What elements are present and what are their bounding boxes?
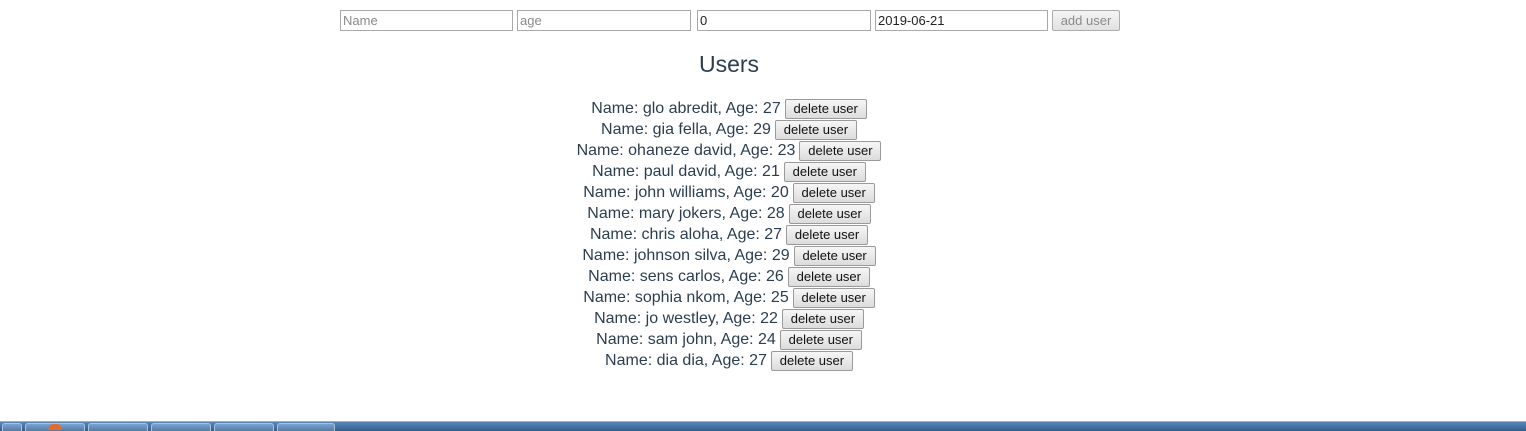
delete-user-button[interactable]: delete user [792,287,875,308]
list-item: Name: gia fella, Age: 29 delete user [0,119,1458,140]
delete-user-button[interactable]: delete user [786,224,869,245]
list-item: Name: jo westley, Age: 22 delete user [0,308,1458,329]
add-user-form: add user [340,10,1120,31]
add-user-button[interactable]: add user [1052,10,1120,31]
app-page: add user Users Name: glo abredit, Age: 2… [0,0,1526,431]
delete-user-button[interactable]: delete user [792,182,875,203]
taskbar-app-icon[interactable] [25,423,85,431]
taskbar-app-icon[interactable] [88,423,148,431]
list-item: Name: sophia nkom, Age: 25 delete user [0,287,1458,308]
list-item: Name: dia dia, Age: 27 delete user [0,350,1458,371]
user-info: Name: ohaneze david, Age: 23 [576,141,796,159]
user-info: Name: sam john, Age: 24 [596,330,776,348]
user-info: Name: jo westley, Age: 22 [594,309,778,327]
user-info: Name: glo abredit, Age: 27 [591,99,781,117]
name-input[interactable] [340,10,513,31]
list-item: Name: sens carlos, Age: 26 delete user [0,266,1458,287]
user-info: Name: paul david, Age: 21 [592,162,780,180]
delete-user-button[interactable]: delete user [783,161,866,182]
user-info: Name: johnson silva, Age: 29 [582,246,790,264]
list-item: Name: chris aloha, Age: 27 delete user [0,224,1458,245]
delete-user-button[interactable]: delete user [781,308,864,329]
number-input[interactable] [697,10,871,31]
delete-user-button[interactable]: delete user [774,119,857,140]
age-input[interactable] [517,10,691,31]
date-input[interactable] [875,10,1048,31]
user-info: Name: mary jokers, Age: 28 [587,204,785,222]
delete-user-button[interactable]: delete user [787,266,870,287]
page-title: Users [698,51,760,77]
user-info: Name: john williams, Age: 20 [583,183,789,201]
delete-user-button[interactable]: delete user [779,329,862,350]
taskbar-app-icon[interactable] [277,423,335,431]
user-info: Name: dia dia, Age: 27 [605,351,767,369]
os-taskbar [0,421,1526,431]
delete-user-button[interactable]: delete user [770,350,853,371]
delete-user-button[interactable]: delete user [784,98,867,119]
delete-user-button[interactable]: delete user [793,245,876,266]
user-info: Name: sens carlos, Age: 26 [588,267,784,285]
list-item: Name: john williams, Age: 20 delete user [0,182,1458,203]
user-info: Name: chris aloha, Age: 27 [589,225,783,243]
user-list: Name: glo abredit, Age: 27 delete user N… [0,98,1458,371]
delete-user-button[interactable]: delete user [788,203,871,224]
taskbar-app-icon[interactable] [214,423,274,431]
user-info: Name: sophia nkom, Age: 25 [583,288,789,306]
list-item: Name: sam john, Age: 24 delete user [0,329,1458,350]
list-item: Name: glo abredit, Age: 27 delete user [0,98,1458,119]
delete-user-button[interactable]: delete user [799,140,882,161]
user-info: Name: gia fella, Age: 29 [601,120,771,138]
list-item: Name: johnson silva, Age: 29 delete user [0,245,1458,266]
browser-icon [48,424,62,430]
start-button-icon[interactable] [2,423,22,431]
list-item: Name: ohaneze david, Age: 23 delete user [0,140,1458,161]
list-item: Name: paul david, Age: 21 delete user [0,161,1458,182]
taskbar-app-icon[interactable] [151,423,211,431]
list-item: Name: mary jokers, Age: 28 delete user [0,203,1458,224]
